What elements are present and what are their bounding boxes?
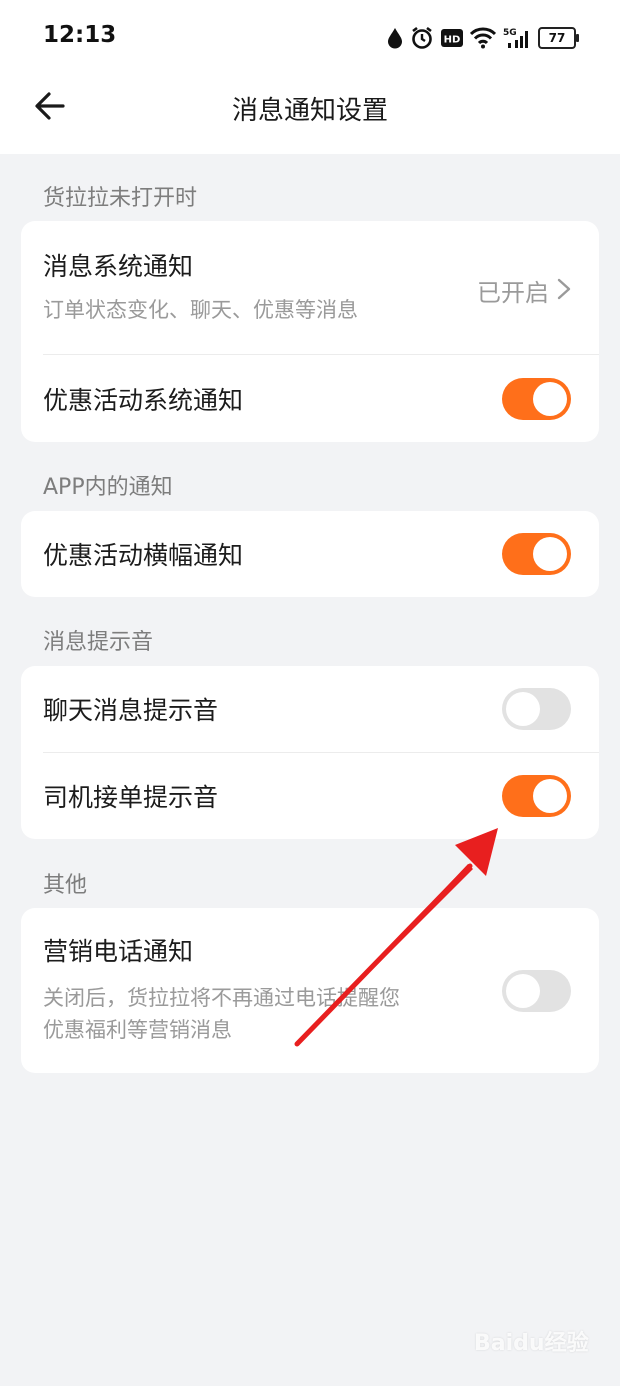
- section-label-sound: 消息提示音: [43, 630, 154, 655]
- row-subtitle: 订单状态变化、聊天、优惠等消息: [43, 298, 358, 322]
- section-label-in-app: APP内的通知: [43, 475, 173, 500]
- alarm-icon: [412, 26, 432, 49]
- row-chat-sound: 聊天消息提示音: [21, 666, 599, 752]
- row-marketing-call-notification: 营销电话通知 关闭后，货拉拉将不再通过电话提醒您 优惠福利等营销消息: [21, 908, 599, 1073]
- toggle-knob: [533, 537, 567, 571]
- section-label-app-closed: 货拉拉未打开时: [43, 186, 198, 211]
- row-title: 优惠活动系统通知: [43, 386, 244, 415]
- card-app-closed: 消息系统通知 订单状态变化、聊天、优惠等消息 已开启 优惠活动系统通知: [21, 221, 599, 442]
- battery-level: 77: [548, 31, 566, 45]
- page-title: 消息通知设置: [231, 96, 388, 126]
- row-title: 消息系统通知: [43, 252, 194, 281]
- toggle-knob: [533, 382, 567, 416]
- watermark: Baidu经验: [474, 1331, 589, 1356]
- card-sound: 聊天消息提示音 司机接单提示音: [21, 666, 599, 839]
- section-label-other: 其他: [43, 873, 88, 898]
- row-promo-banner-notification: 优惠活动横幅通知: [21, 511, 599, 597]
- nav-bar: 消息通知设置: [0, 76, 620, 154]
- row-title: 优惠活动横幅通知: [43, 541, 244, 570]
- toggle-knob: [533, 779, 567, 813]
- chevron-right-icon: [557, 278, 571, 300]
- toggle-switch[interactable]: [502, 688, 571, 730]
- status-value: 已开启: [477, 279, 549, 307]
- toggle-switch[interactable]: [502, 775, 571, 817]
- svg-text:HD: HD: [444, 35, 461, 46]
- row-driver-accept-sound: 司机接单提示音: [21, 753, 599, 839]
- signal-5g-icon: 5G: [503, 28, 528, 48]
- toggle-knob: [506, 974, 540, 1008]
- card-in-app: 优惠活动横幅通知: [21, 511, 599, 597]
- row-title: 聊天消息提示音: [43, 696, 219, 725]
- status-bar: 12:13 HD 5G 77: [0, 0, 620, 76]
- status-time: 12:13: [43, 22, 117, 48]
- wifi-icon: [470, 27, 496, 49]
- toggle-knob: [506, 692, 540, 726]
- svg-text:5G: 5G: [503, 28, 517, 38]
- drop-icon: [388, 28, 402, 49]
- card-other: 营销电话通知 关闭后，货拉拉将不再通过电话提醒您 优惠福利等营销消息: [21, 908, 599, 1073]
- row-subtitle-line-1: 关闭后，货拉拉将不再通过电话提醒您: [43, 986, 400, 1010]
- row-subtitle-line-2: 优惠福利等营销消息: [43, 1018, 232, 1042]
- toggle-switch[interactable]: [502, 378, 571, 420]
- status-icons: HD 5G 77: [387, 24, 579, 52]
- row-promo-system-notification: 优惠活动系统通知: [21, 355, 599, 442]
- toggle-switch[interactable]: [502, 970, 571, 1012]
- row-title: 司机接单提示音: [43, 783, 219, 812]
- toggle-switch[interactable]: [502, 533, 571, 575]
- battery-icon: 77: [538, 27, 579, 49]
- row-system-notification[interactable]: 消息系统通知 订单状态变化、聊天、优惠等消息 已开启: [21, 221, 599, 354]
- row-title: 营销电话通知: [43, 937, 194, 966]
- hd-icon: HD: [441, 29, 463, 47]
